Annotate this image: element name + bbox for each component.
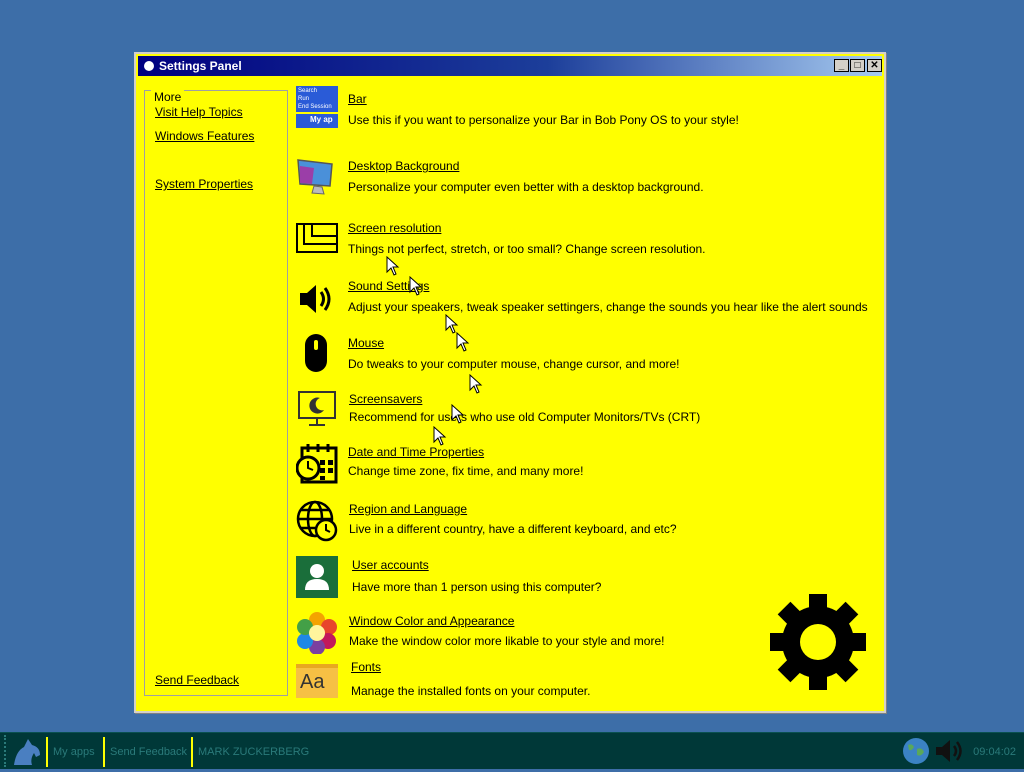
start-button[interactable]: [4, 735, 46, 767]
system-properties-link[interactable]: System Properties: [155, 177, 253, 191]
cursor-icon: [386, 256, 400, 276]
pony-logo-icon: [14, 739, 40, 765]
setting-bar[interactable]: Search Run End Session My ap Bar Use this …: [296, 86, 876, 136]
taskbar-my-apps[interactable]: My apps: [53, 739, 95, 765]
taskbar-send-feedback[interactable]: Send Feedback: [110, 739, 187, 765]
user-icon: [296, 556, 338, 598]
cursor-icon: [433, 426, 447, 446]
taskbar-separator: [103, 737, 105, 767]
maximize-button[interactable]: □: [850, 59, 865, 72]
setting-description: Personalize your computer even better wi…: [348, 180, 704, 194]
setting-description: Live in a different country, have a diff…: [349, 522, 677, 536]
sidebar-heading: More: [151, 90, 185, 104]
setting-description: Recommend for users who use old Computer…: [349, 410, 701, 424]
setting-title[interactable]: Region and Language: [349, 502, 467, 516]
cursor-icon: [445, 314, 459, 334]
setting-screensavers[interactable]: Screensavers Recommend for users who use…: [296, 388, 876, 438]
settings-window: Settings Panel _ □ ✕ More Visit Help Top…: [134, 52, 886, 713]
send-feedback-link[interactable]: Send Feedback: [155, 673, 239, 687]
setting-desktop-background[interactable]: Desktop Background Personalize your comp…: [296, 154, 876, 204]
clock: 09:04:02: [973, 746, 1016, 758]
setting-region-language[interactable]: Region and Language Live in a different …: [296, 498, 876, 548]
globe-icon[interactable]: [902, 737, 930, 765]
setting-description: Manage the installed fonts on your compu…: [351, 684, 591, 698]
monitor-icon: [296, 156, 338, 198]
gear-icon: [768, 592, 868, 692]
cursor-icon: [409, 276, 423, 296]
setting-title[interactable]: Mouse: [348, 336, 384, 350]
taskbar: My apps Send Feedback MARK ZUCKERBERG 09…: [0, 732, 1024, 769]
bar-icon: Search Run End Session My ap: [296, 86, 338, 130]
setting-title[interactable]: Fonts: [351, 660, 381, 674]
screensaver-icon: [296, 388, 338, 430]
setting-title[interactable]: User accounts: [352, 558, 429, 572]
taskbar-separator: [191, 737, 193, 767]
setting-description: Adjust your speakers, tweak speaker sett…: [348, 300, 868, 314]
window-title: Settings Panel: [159, 59, 242, 73]
setting-description: Use this if you want to personalize your…: [348, 113, 739, 127]
calendar-clock-icon: [295, 442, 338, 484]
setting-title[interactable]: Date and Time Properties: [348, 445, 484, 459]
setting-description: Things not perfect, stretch, or too smal…: [348, 242, 706, 256]
cursor-icon: [456, 332, 470, 352]
setting-title[interactable]: Desktop Background: [348, 159, 459, 173]
setting-title[interactable]: Bar: [348, 92, 367, 106]
globe-clock-icon: [296, 500, 338, 542]
setting-title[interactable]: Window Color and Appearance: [349, 614, 514, 628]
setting-description: Have more than 1 person using this compu…: [352, 580, 602, 594]
setting-date-time[interactable]: Date and Time Properties Change time zon…: [295, 442, 876, 492]
windows-features-link[interactable]: Windows Features: [155, 129, 254, 143]
setting-title[interactable]: Screensavers: [349, 392, 422, 406]
title-bar[interactable]: Settings Panel _ □ ✕: [138, 56, 882, 76]
setting-title[interactable]: Screen resolution: [348, 221, 441, 235]
taskbar-separator: [46, 737, 48, 767]
setting-sound[interactable]: Sound Settings Adjust your speakers, twe…: [296, 274, 876, 324]
setting-mouse[interactable]: Mouse Do tweaks to your computer mouse, …: [296, 332, 876, 382]
taskbar-user[interactable]: MARK ZUCKERBERG: [198, 739, 309, 765]
volume-icon[interactable]: [934, 737, 966, 765]
sidebar: More Visit Help Topics Windows Features …: [144, 90, 288, 696]
setting-description: Change time zone, fix time, and many mor…: [348, 464, 584, 478]
setting-description: Do tweaks to your computer mouse, change…: [348, 357, 680, 371]
setting-description: Make the window color more likable to yo…: [349, 634, 665, 648]
resolution-icon: [296, 218, 338, 260]
setting-screen-resolution[interactable]: Screen resolution Things not perfect, st…: [296, 216, 876, 266]
cursor-icon: [469, 374, 483, 394]
speaker-icon: [296, 278, 338, 320]
cursor-icon: [451, 404, 465, 424]
minimize-button[interactable]: _: [834, 59, 849, 72]
window-icon: [144, 61, 154, 71]
color-wheel-icon: [296, 612, 338, 655]
fonts-icon: Aa: [296, 664, 338, 698]
mouse-icon: [296, 332, 338, 374]
close-button[interactable]: ✕: [867, 59, 882, 72]
visit-help-topics-link[interactable]: Visit Help Topics: [155, 105, 243, 119]
